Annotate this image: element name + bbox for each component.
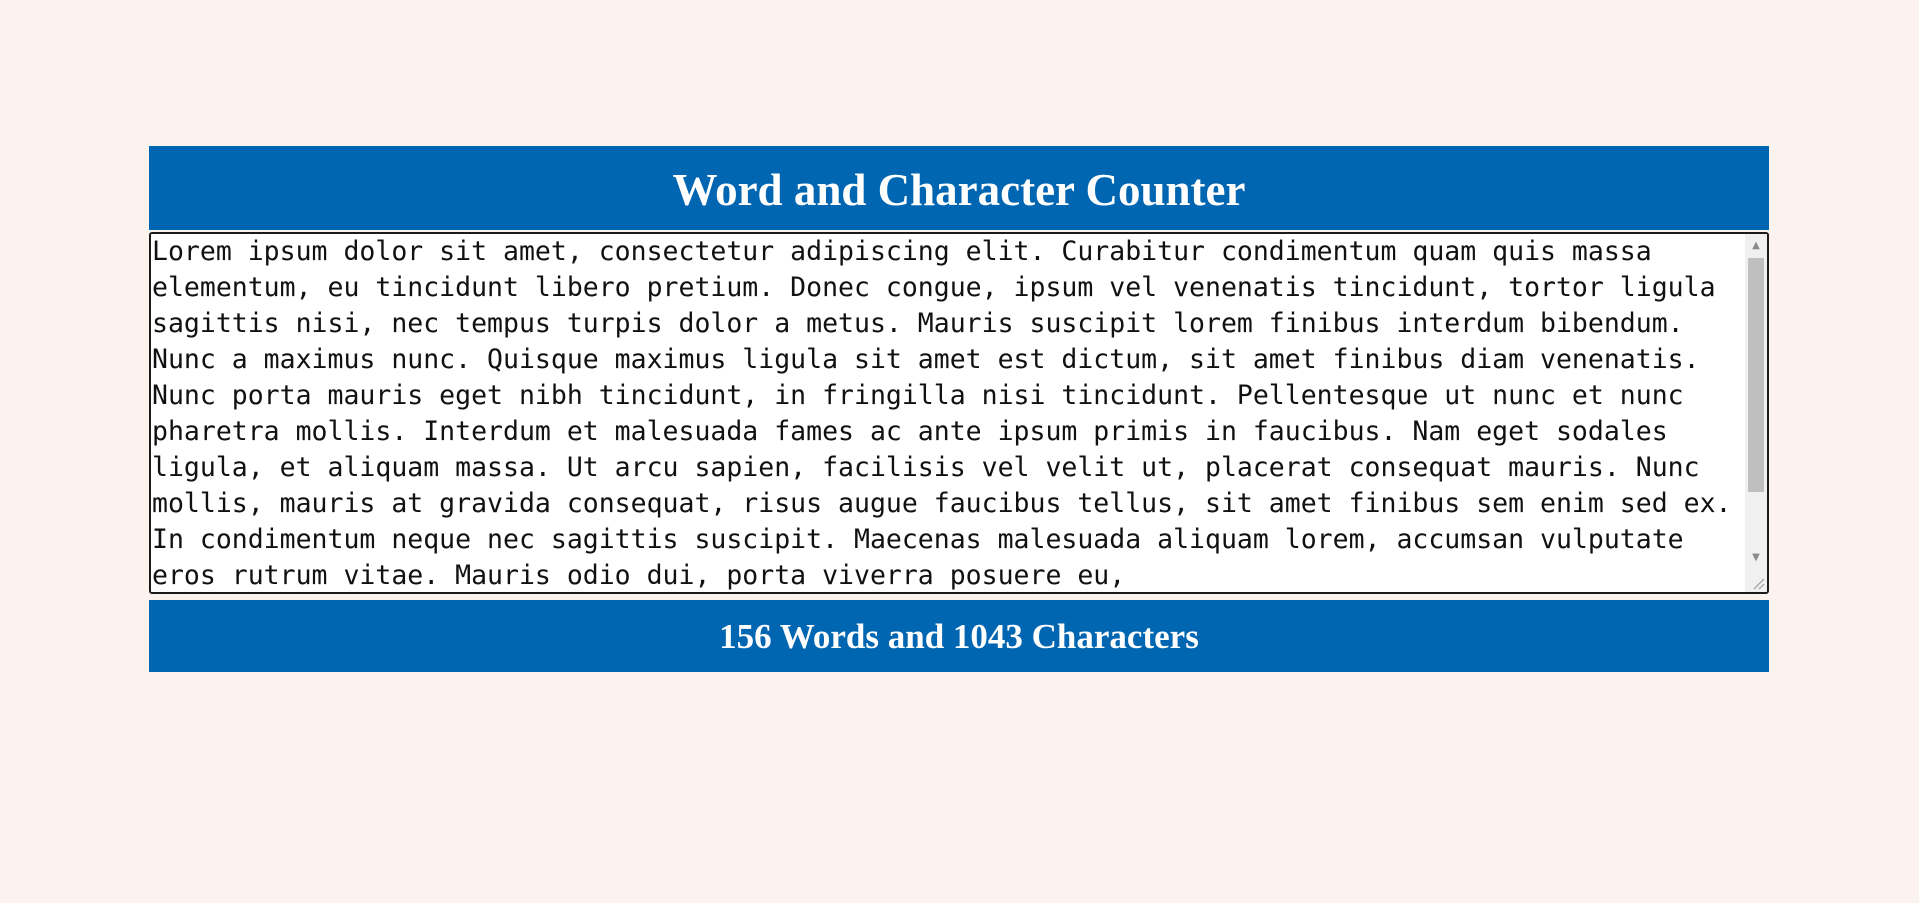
counter-app: Word and Character Counter Lorem ipsum d… <box>149 146 1769 672</box>
page-title: Word and Character Counter <box>672 164 1246 215</box>
vertical-scrollbar[interactable]: ▲ ▼ <box>1745 234 1767 592</box>
scroll-thumb[interactable] <box>1748 258 1764 492</box>
scroll-up-icon[interactable]: ▲ <box>1745 234 1767 256</box>
resize-grip-icon[interactable] <box>1751 576 1765 590</box>
word-character-count: 156 Words and 1043 Characters <box>719 616 1199 656</box>
scroll-down-icon[interactable]: ▼ <box>1745 546 1767 568</box>
text-area-frame: Lorem ipsum dolor sit amet, consectetur … <box>149 232 1769 594</box>
text-input[interactable]: Lorem ipsum dolor sit amet, consectetur … <box>151 234 1745 592</box>
counter-bar: 156 Words and 1043 Characters <box>149 600 1769 672</box>
header-bar: Word and Character Counter <box>149 146 1769 230</box>
